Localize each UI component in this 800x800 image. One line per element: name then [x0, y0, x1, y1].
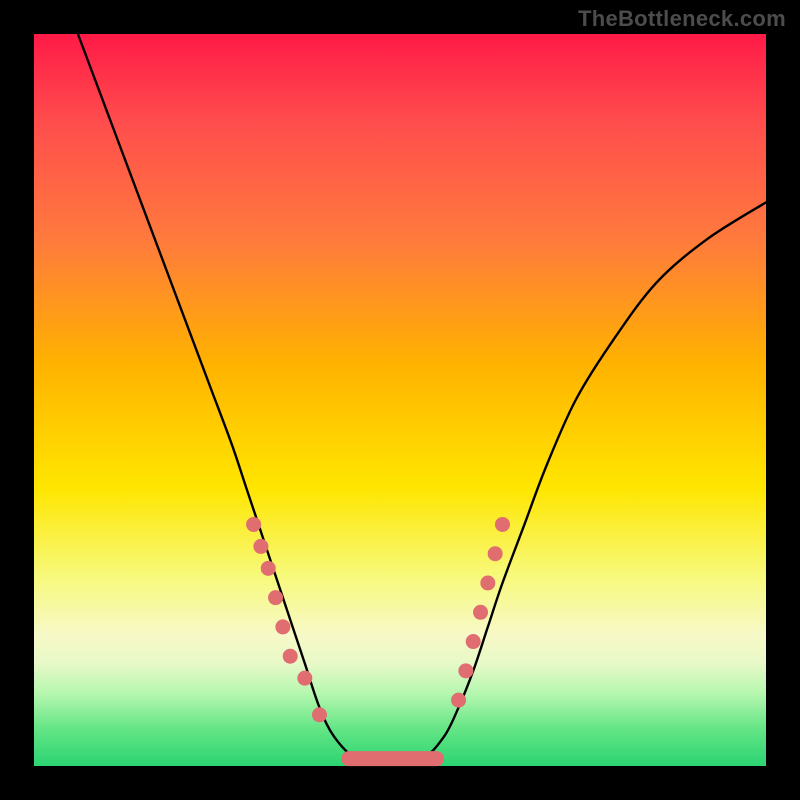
data-marker	[495, 517, 509, 531]
data-marker	[466, 635, 480, 649]
markers-right-cluster	[452, 517, 510, 707]
data-marker	[312, 708, 326, 722]
data-marker	[254, 539, 268, 553]
markers-bottom-cluster	[342, 752, 444, 766]
chart-frame: TheBottleneck.com	[0, 0, 800, 800]
data-marker	[276, 620, 290, 634]
data-marker	[481, 576, 495, 590]
data-marker	[298, 671, 312, 685]
data-marker	[474, 605, 488, 619]
data-marker	[459, 664, 473, 678]
data-marker	[452, 693, 466, 707]
data-marker	[269, 591, 283, 605]
data-marker	[488, 547, 502, 561]
data-marker	[283, 649, 297, 663]
data-marker	[247, 517, 261, 531]
data-marker	[261, 561, 275, 575]
watermark-text: TheBottleneck.com	[578, 6, 786, 32]
plot-svg	[34, 34, 766, 766]
bottom-marker-bar	[342, 752, 444, 766]
bottleneck-curve	[78, 34, 766, 766]
plot-area	[34, 34, 766, 766]
